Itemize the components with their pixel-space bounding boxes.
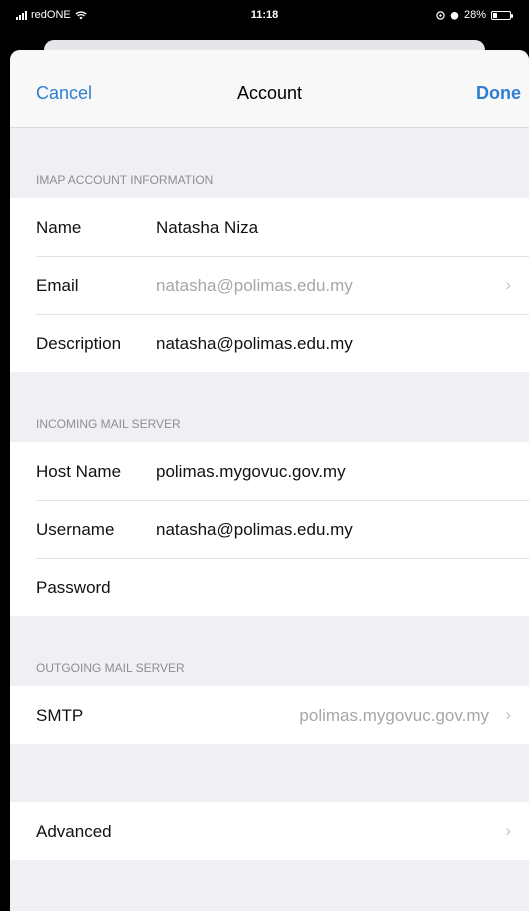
advanced-row[interactable]: Advanced › [10,802,529,860]
host-name-field[interactable]: polimas.mygovuc.gov.my [156,462,346,482]
chevron-right-icon: › [505,275,511,294]
description-row[interactable]: Description natasha@polimas.edu.my [10,314,529,372]
host-name-label: Host Name [36,462,122,481]
username-row[interactable]: Username natasha@polimas.edu.my [10,500,529,558]
username-field[interactable]: natasha@polimas.edu.my [156,520,353,540]
battery-icon [491,10,513,20]
password-row[interactable]: Password [10,558,529,616]
outgoing-group: SMTP polimas.mygovuc.gov.my › [10,686,529,744]
username-label: Username [36,520,115,539]
name-field[interactable]: Natasha Niza [156,218,258,238]
imap-section-header: IMAP ACCOUNT INFORMATION [36,173,214,187]
name-label: Name [36,218,82,237]
page-title: Account [236,83,303,103]
smtp-row[interactable]: SMTP polimas.mygovuc.gov.my › [10,686,529,744]
navigation-bar: Cancel Account Done [10,50,529,128]
account-sheet: Cancel Account Done IMAP ACCOUNT INFORMA… [10,50,529,911]
host-name-row[interactable]: Host Name polimas.mygovuc.gov.my [10,442,529,500]
outgoing-section-header: OUTGOING MAIL SERVER [36,661,185,675]
imap-group: Name Natasha Niza Email natasha@polimas.… [10,198,529,372]
battery-percent: 28% [463,9,486,21]
smtp-label: SMTP [36,706,84,725]
status-right: 28% [436,9,513,21]
description-field[interactable]: natasha@polimas.edu.my [156,334,353,354]
description-label: Description [36,334,122,353]
email-label: Email [36,276,79,295]
email-row[interactable]: Email natasha@polimas.edu.my › [10,256,529,314]
status-bar: redONE 11:18 28% [0,0,529,34]
chevron-right-icon: › [505,821,511,840]
location-icon [436,10,445,20]
name-row[interactable]: Name Natasha Niza [10,198,529,256]
email-value: natasha@polimas.edu.my [156,276,353,295]
smtp-value: polimas.mygovuc.gov.my [299,706,489,725]
chevron-right-icon: › [505,705,511,724]
incoming-group: Host Name polimas.mygovuc.gov.my Usernam… [10,442,529,616]
done-button[interactable]: Done [476,83,521,104]
password-label: Password [36,578,111,597]
advanced-label: Advanced [36,822,112,841]
advanced-group: Advanced › [10,802,529,860]
incoming-section-header: INCOMING MAIL SERVER [36,417,181,431]
alarm-icon [450,11,459,20]
